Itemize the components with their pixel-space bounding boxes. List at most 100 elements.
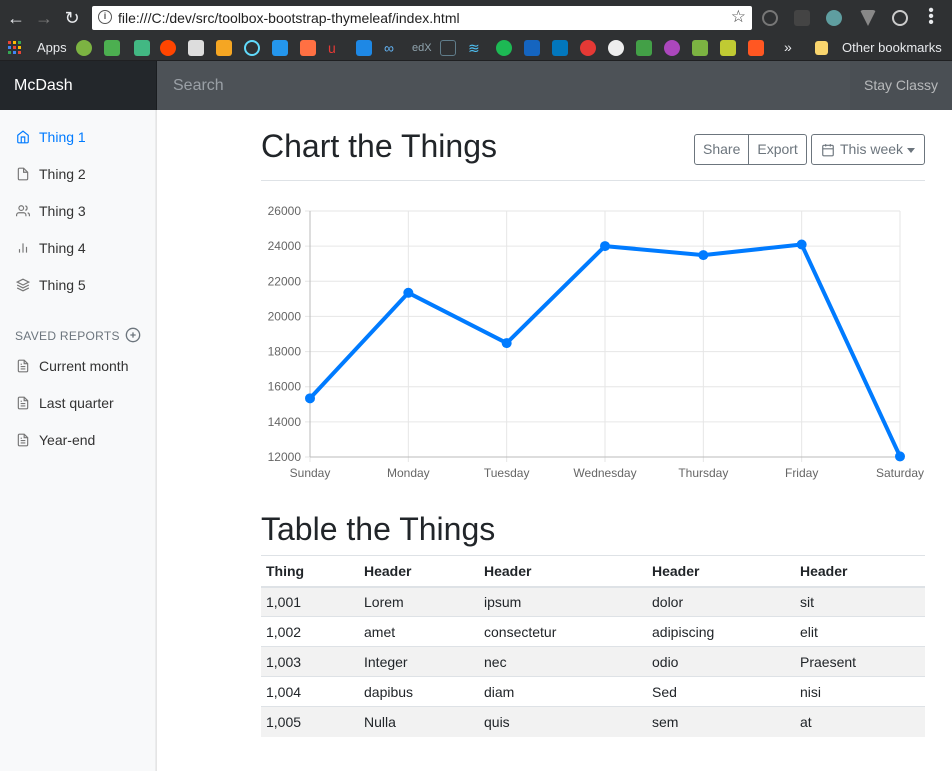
y-tick-label: 24000 [268, 239, 302, 253]
bookmark-icon[interactable] [580, 40, 596, 56]
x-tick-label: Tuesday [484, 466, 530, 480]
bookmark-icon[interactable] [134, 40, 150, 56]
table-cell: adipiscing [647, 616, 795, 647]
saved-report-label: Current month [39, 358, 129, 374]
star-icon[interactable]: ☆ [731, 7, 746, 27]
apps-label[interactable]: Apps [37, 40, 67, 55]
docker-icon[interactable] [272, 40, 288, 56]
column-header: Header [479, 555, 647, 588]
table-cell: odio [647, 646, 795, 677]
bookmark-icon[interactable] [216, 40, 232, 56]
y-tick-label: 18000 [268, 345, 302, 359]
toolbar-button-group: Share Export [694, 134, 807, 165]
bookmarks-overflow-button[interactable]: » [784, 39, 792, 55]
period-dropdown[interactable]: This week [811, 134, 925, 165]
sidebar-item-thing-3[interactable]: Thing 3 [0, 197, 157, 227]
data-point [501, 338, 512, 349]
table-title: Table the Things [261, 511, 496, 547]
reddit-icon[interactable] [160, 40, 176, 56]
saved-report-year-end[interactable]: Year-end [0, 426, 157, 456]
sidebar-item-thing-5[interactable]: Thing 5 [0, 271, 157, 301]
bookmark-icon[interactable] [608, 40, 624, 56]
table-cell: nec [479, 646, 647, 677]
spotify-icon[interactable] [496, 40, 512, 56]
bookmark-icon[interactable] [300, 40, 316, 56]
bookmark-icon[interactable] [188, 40, 204, 56]
sidebar-item-label: Thing 3 [39, 203, 86, 219]
brand-logo[interactable]: McDash [0, 61, 157, 110]
vue-devtools-icon[interactable] [860, 10, 876, 26]
address-bar[interactable]: i file:///C:/dev/src/toolbox-bootstrap-t… [92, 6, 752, 30]
bookmark-icon[interactable]: u [328, 40, 344, 56]
table-cell: sem [647, 706, 795, 737]
bookmark-icon[interactable] [720, 40, 736, 56]
saved-report-current-month[interactable]: Current month [0, 352, 157, 382]
file-text-icon [17, 396, 29, 410]
back-arrow-icon[interactable]: ← [6, 8, 26, 28]
sidebar-item-label: Thing 4 [39, 240, 86, 256]
table-cell: consectetur [479, 616, 647, 647]
bookmark-icon[interactable] [524, 40, 540, 56]
edx-icon[interactable]: edX [412, 40, 432, 56]
bookmark-icon[interactable] [440, 40, 456, 56]
table-cell: Lorem [359, 586, 479, 617]
table-cell: nisi [795, 676, 925, 707]
bookmark-icon[interactable] [552, 40, 568, 56]
bookmark-icon[interactable]: ≋ [468, 40, 484, 56]
bookmark-icon[interactable] [636, 40, 652, 56]
apps-icon[interactable] [8, 41, 22, 55]
file-text-icon [17, 359, 29, 373]
table-cell: amet [359, 616, 479, 647]
bookmark-icon[interactable]: ∞ [384, 40, 400, 56]
bookmark-icon[interactable] [692, 40, 708, 56]
export-button[interactable]: Export [748, 135, 805, 164]
extension-icon[interactable] [762, 10, 778, 26]
other-bookmarks-label[interactable]: Other bookmarks [842, 40, 942, 55]
data-point [403, 287, 414, 298]
line-chart: 12000 14000 16000 18000 20000 22000 24000 26000… [268, 204, 924, 480]
reload-icon[interactable]: ↻ [62, 8, 82, 28]
extension-icon[interactable] [826, 10, 842, 26]
chrome-menu-icon[interactable]: • • • [926, 3, 936, 31]
column-header: Header [795, 555, 925, 588]
bookmarks-bar: Apps u ∞ edX ≋ » Other bookmarks [0, 36, 952, 61]
x-tick-label: Wednesday [573, 466, 636, 480]
soundcloud-icon[interactable] [748, 40, 764, 56]
browser-toolbar: ← → ↻ i file:///C:/dev/src/toolbox-boots… [0, 0, 952, 36]
table-header-row: Thing Header Header Header Header [261, 555, 925, 588]
table-row: 1,004 dapibus diam Sed nisi [261, 676, 925, 707]
table-cell: ipsum [479, 586, 647, 617]
react-icon[interactable] [244, 40, 260, 56]
x-tick-label: Saturday [876, 466, 924, 480]
sign-out-link[interactable]: Stay Classy [850, 61, 952, 110]
table-cell: Integer [359, 646, 479, 677]
bookmark-icon[interactable] [664, 40, 680, 56]
sidebar-item-thing-1[interactable]: Thing 1 [0, 123, 157, 153]
bookmark-icon[interactable] [104, 40, 120, 56]
sidebar-item-label: Thing 5 [39, 277, 86, 293]
search-input[interactable] [157, 61, 850, 110]
page-title: Chart the Things [261, 128, 497, 164]
info-icon[interactable]: i [98, 10, 112, 24]
saved-report-last-quarter[interactable]: Last quarter [0, 389, 157, 419]
forward-arrow-icon[interactable]: → [34, 8, 54, 28]
table-row: 1,005 Nulla quis sem at [261, 706, 925, 737]
plus-circle-icon[interactable] [125, 327, 141, 343]
data-point [895, 451, 905, 462]
folder-icon[interactable] [815, 41, 828, 55]
share-button[interactable]: Share [695, 135, 748, 164]
x-tick-label: Sunday [290, 466, 331, 480]
sidebar-item-thing-4[interactable]: Thing 4 [0, 234, 157, 264]
table-cell: 1,003 [261, 646, 359, 677]
react-devtools-icon[interactable] [892, 10, 908, 26]
bookmark-icon[interactable] [356, 40, 372, 56]
file-icon [17, 167, 29, 181]
bookmark-icon[interactable] [76, 40, 92, 56]
file-text-icon [17, 433, 29, 447]
extension-icon[interactable] [794, 10, 810, 26]
table-cell: dapibus [359, 676, 479, 707]
divider [261, 180, 925, 181]
table-cell: 1,004 [261, 676, 359, 707]
sidebar-item-thing-2[interactable]: Thing 2 [0, 160, 157, 190]
table-cell: sit [795, 586, 925, 617]
